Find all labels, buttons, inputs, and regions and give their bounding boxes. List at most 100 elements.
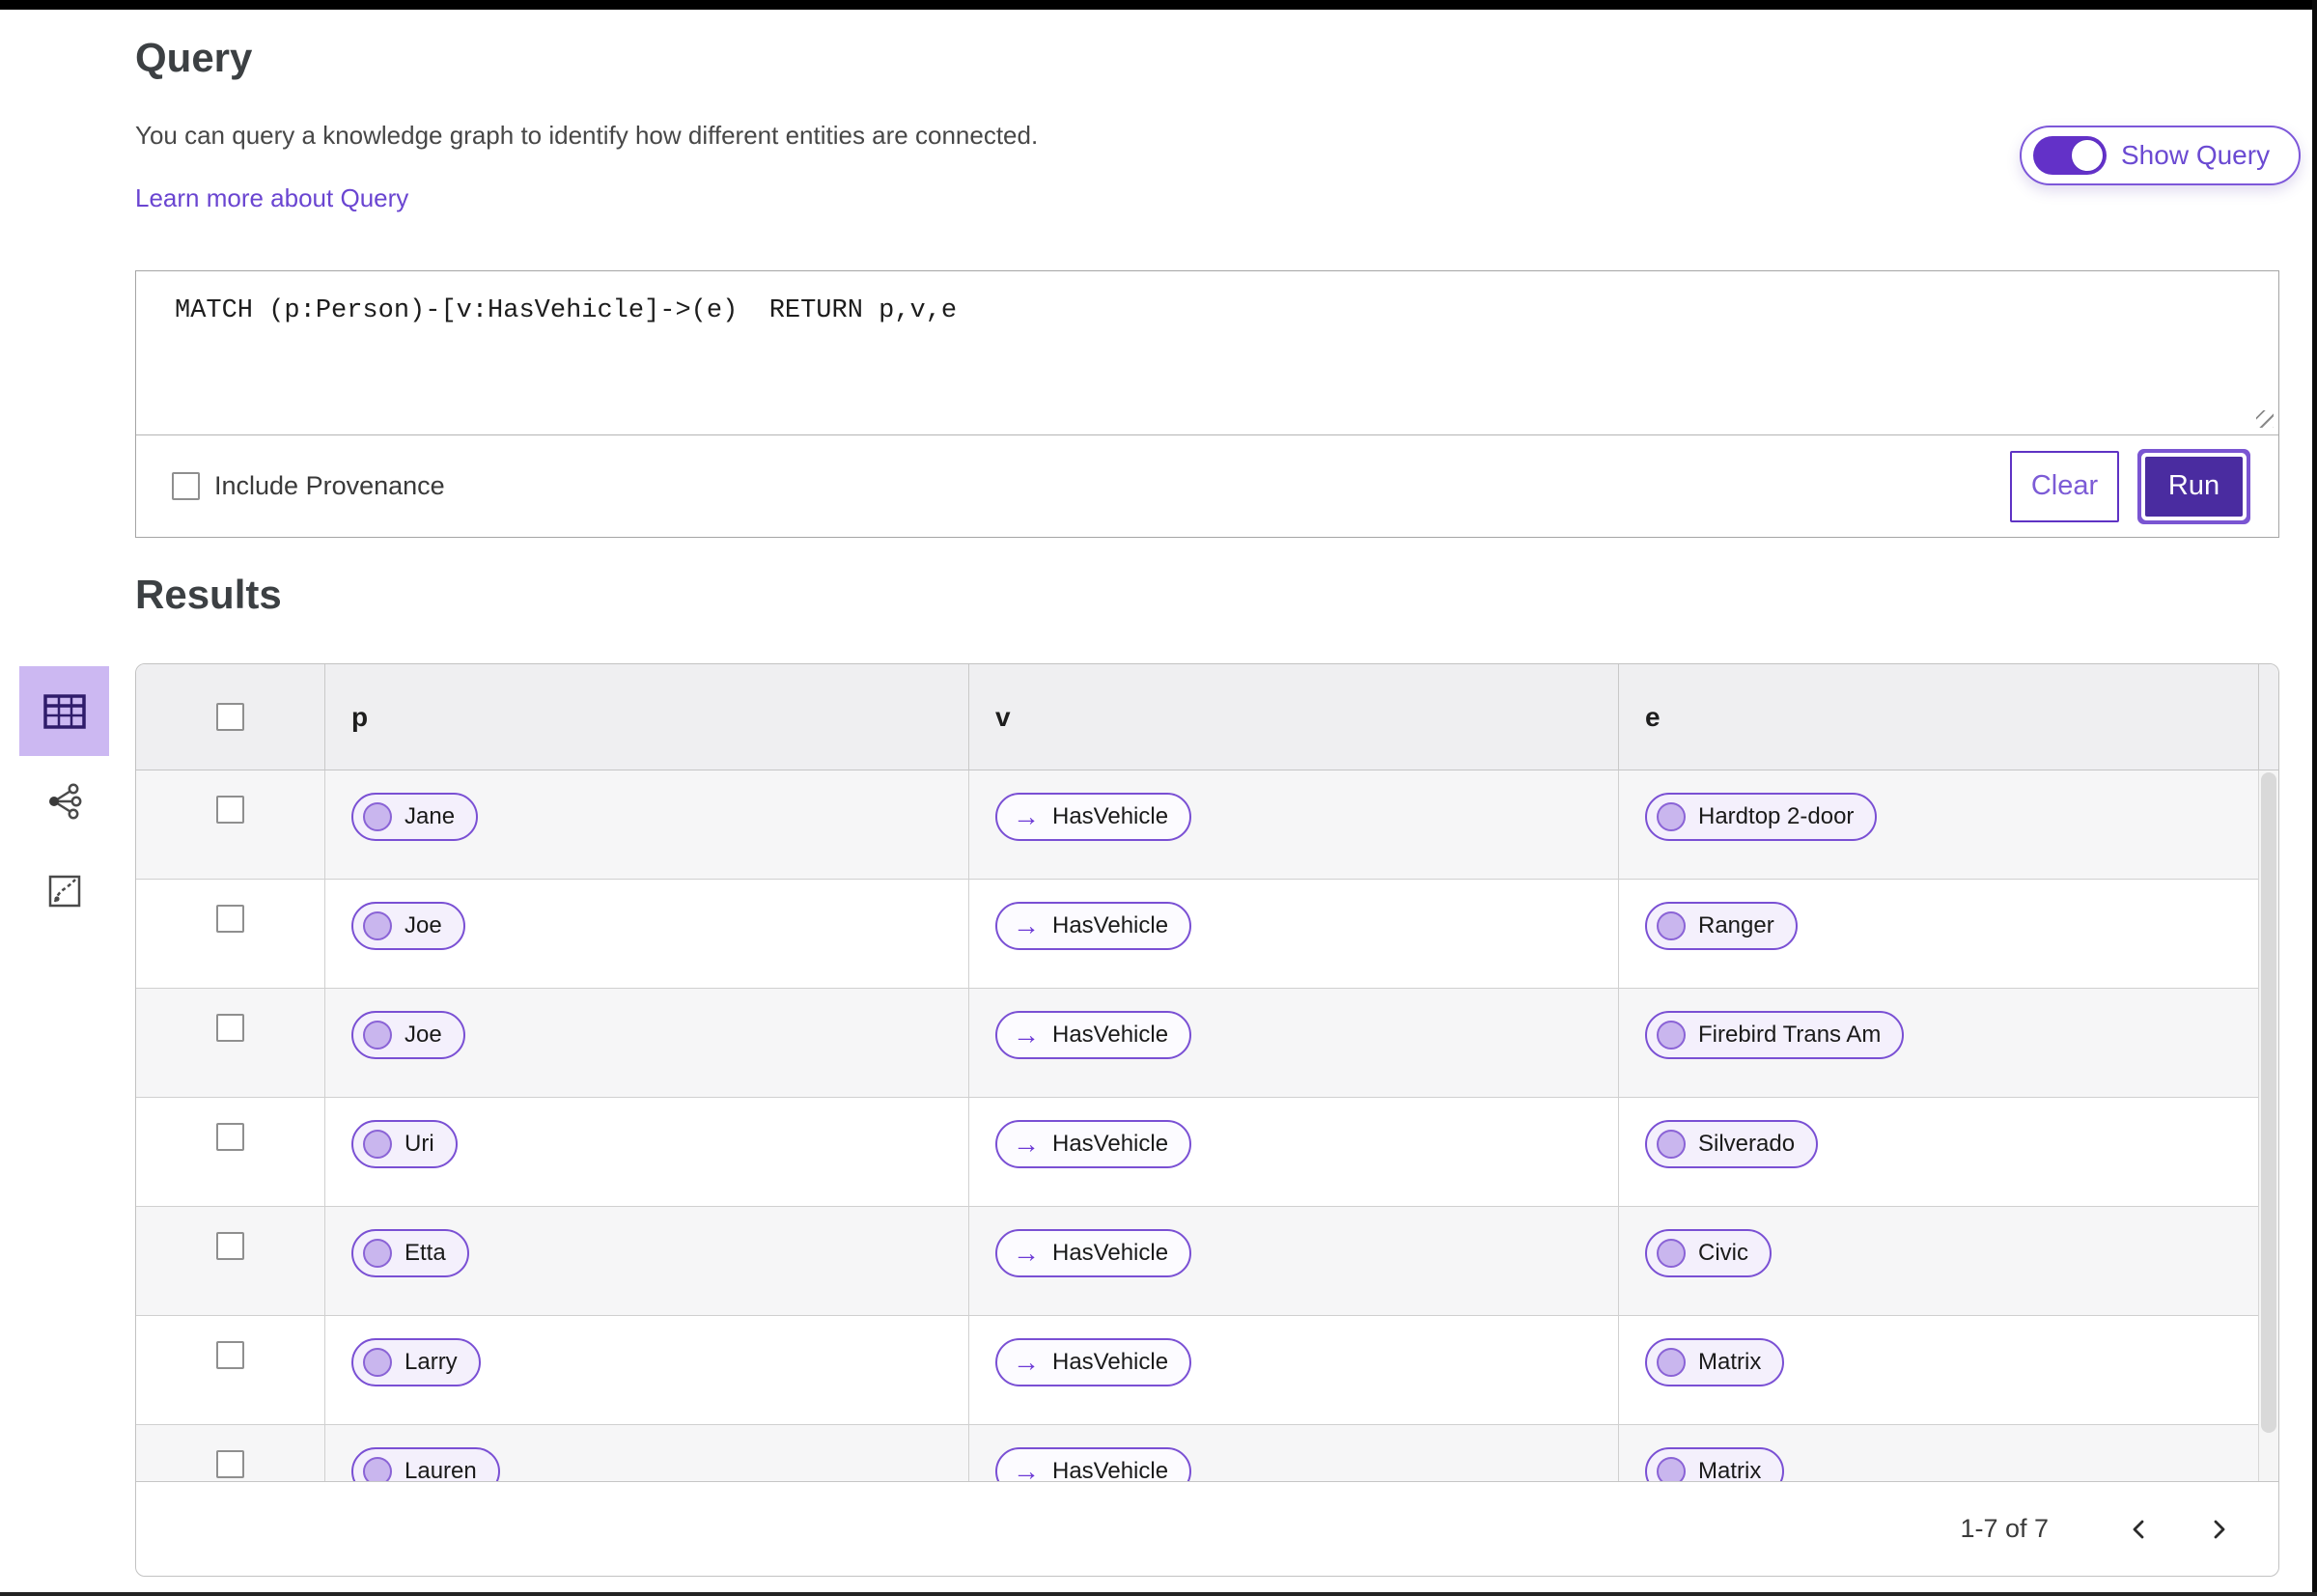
column-header-v[interactable]: v: [968, 664, 1618, 770]
row-checkbox-cell: [136, 1098, 324, 1206]
row-checkbox[interactable]: [216, 1014, 244, 1042]
edge-badge[interactable]: → HasVehicle: [995, 1338, 1192, 1386]
edge-badge[interactable]: → HasVehicle: [995, 793, 1192, 841]
edge-badge[interactable]: → HasVehicle: [995, 1011, 1192, 1059]
node-badge[interactable]: Matrix: [1645, 1338, 1785, 1386]
node-badge[interactable]: Joe: [351, 902, 465, 950]
table-row: Etta → HasVehicle Civic: [136, 1207, 2278, 1316]
row-checkbox[interactable]: [216, 1450, 244, 1478]
toggle-on-icon[interactable]: [2033, 136, 2107, 175]
node-badge[interactable]: Jane: [351, 793, 479, 841]
window-top-border: [0, 0, 2317, 10]
node-label: Etta: [405, 1240, 446, 1266]
cell-e: Matrix: [1618, 1425, 2278, 1481]
cell-v: → HasVehicle: [968, 1098, 1618, 1206]
node-badge[interactable]: Firebird Trans Am: [1645, 1011, 1905, 1059]
select-all-checkbox[interactable]: [216, 703, 244, 731]
table-row: Larry → HasVehicle Matrix: [136, 1316, 2278, 1425]
node-badge[interactable]: Ranger: [1645, 902, 1798, 950]
include-provenance-label: Include Provenance: [214, 471, 445, 500]
row-checkbox[interactable]: [216, 1232, 244, 1260]
node-badge[interactable]: Hardtop 2-door: [1645, 793, 1878, 841]
table-row: Joe → HasVehicle Ranger: [136, 880, 2278, 989]
include-provenance-checkbox[interactable]: [172, 472, 200, 500]
header-scrollbar-spacer: [2258, 664, 2285, 770]
learn-more-link[interactable]: Learn more about Query: [135, 183, 408, 213]
arrow-right-icon: →: [1013, 801, 1040, 831]
results-table-body: Jane → HasVehicle Hardtop 2-door Joe → H…: [136, 770, 2278, 1481]
node-icon: [363, 1130, 392, 1159]
node-badge[interactable]: Civic: [1645, 1229, 1772, 1277]
node-badge[interactable]: Joe: [351, 1011, 465, 1059]
scatter-view-button[interactable]: [19, 846, 109, 936]
row-checkbox[interactable]: [216, 1341, 244, 1369]
edge-label: HasVehicle: [1052, 912, 1169, 938]
node-badge[interactable]: Uri: [351, 1120, 458, 1168]
pagination-range-label: 1-7 of 7: [1960, 1514, 2049, 1543]
table-row: Joe → HasVehicle Firebird Trans Am: [136, 989, 2278, 1098]
table-row: Uri → HasVehicle Silverado: [136, 1098, 2278, 1207]
node-icon: [1657, 1348, 1686, 1377]
vertical-scrollbar[interactable]: [2258, 770, 2278, 1481]
node-icon: [1657, 911, 1686, 940]
cell-e: Civic: [1618, 1207, 2278, 1315]
arrow-right-icon: →: [1013, 1129, 1040, 1159]
query-editor-area[interactable]: MATCH (p:Person)-[v:HasVehicle]->(e) RET…: [136, 271, 2278, 434]
cell-e: Hardtop 2-door: [1618, 770, 2278, 879]
edge-label: HasVehicle: [1052, 1349, 1169, 1375]
node-label: Civic: [1698, 1240, 1748, 1266]
edge-badge[interactable]: → HasVehicle: [995, 902, 1192, 950]
include-provenance-option[interactable]: Include Provenance: [172, 471, 445, 501]
graph-view-button[interactable]: [19, 756, 109, 846]
cell-e: Firebird Trans Am: [1618, 989, 2278, 1097]
node-icon: [1657, 802, 1686, 831]
chevron-right-icon: [2214, 1520, 2225, 1538]
scrollbar-thumb[interactable]: [2261, 772, 2276, 1433]
edge-badge[interactable]: → HasVehicle: [995, 1447, 1192, 1481]
node-badge[interactable]: Lauren: [351, 1447, 500, 1481]
node-icon: [363, 911, 392, 940]
edge-label: HasVehicle: [1052, 803, 1169, 829]
previous-page-button[interactable]: [2118, 1508, 2161, 1551]
edge-badge[interactable]: → HasVehicle: [995, 1120, 1192, 1168]
node-icon: [363, 1348, 392, 1377]
cell-e: Silverado: [1618, 1098, 2278, 1206]
arrow-right-icon: →: [1013, 1238, 1040, 1268]
row-checkbox[interactable]: [216, 1123, 244, 1151]
node-badge[interactable]: Larry: [351, 1338, 481, 1386]
row-checkbox[interactable]: [216, 796, 244, 824]
row-checkbox-cell: [136, 989, 324, 1097]
cell-v: → HasVehicle: [968, 770, 1618, 879]
query-editor-text[interactable]: MATCH (p:Person)-[v:HasVehicle]->(e) RET…: [136, 271, 2278, 350]
node-label: Joe: [405, 1022, 442, 1048]
query-description: You can query a knowledge graph to ident…: [135, 121, 1039, 150]
node-label: Larry: [405, 1349, 458, 1375]
node-badge[interactable]: Silverado: [1645, 1120, 1819, 1168]
node-icon: [363, 1239, 392, 1268]
results-table-body-viewport: Jane → HasVehicle Hardtop 2-door Joe → H…: [136, 770, 2278, 1481]
row-checkbox[interactable]: [216, 905, 244, 933]
show-query-label: Show Query: [2121, 140, 2271, 170]
show-query-toggle[interactable]: Show Query: [2020, 126, 2302, 185]
query-actions: Clear Run: [2010, 450, 2278, 522]
clear-button[interactable]: Clear: [2010, 450, 2119, 522]
edge-badge[interactable]: → HasVehicle: [995, 1229, 1192, 1277]
next-page-button[interactable]: [2197, 1508, 2240, 1551]
column-header-e[interactable]: e: [1618, 664, 2258, 770]
query-editor-footer: Include Provenance Clear Run: [136, 434, 2278, 537]
page-title: Query: [135, 35, 253, 80]
table-view-button[interactable]: [19, 666, 109, 756]
cell-p: Larry: [324, 1316, 968, 1424]
cell-p: Joe: [324, 989, 968, 1097]
resize-handle-icon[interactable]: [2256, 410, 2274, 428]
node-icon: [1657, 1239, 1686, 1268]
node-icon: [363, 1021, 392, 1050]
row-checkbox-cell: [136, 1316, 324, 1424]
node-badge[interactable]: Matrix: [1645, 1447, 1785, 1481]
node-badge[interactable]: Etta: [351, 1229, 469, 1277]
node-label: Jane: [405, 803, 456, 829]
column-header-p[interactable]: p: [324, 664, 968, 770]
window-right-border: [2312, 0, 2317, 1596]
cell-p: Jane: [324, 770, 968, 879]
run-button[interactable]: Run: [2145, 456, 2243, 517]
